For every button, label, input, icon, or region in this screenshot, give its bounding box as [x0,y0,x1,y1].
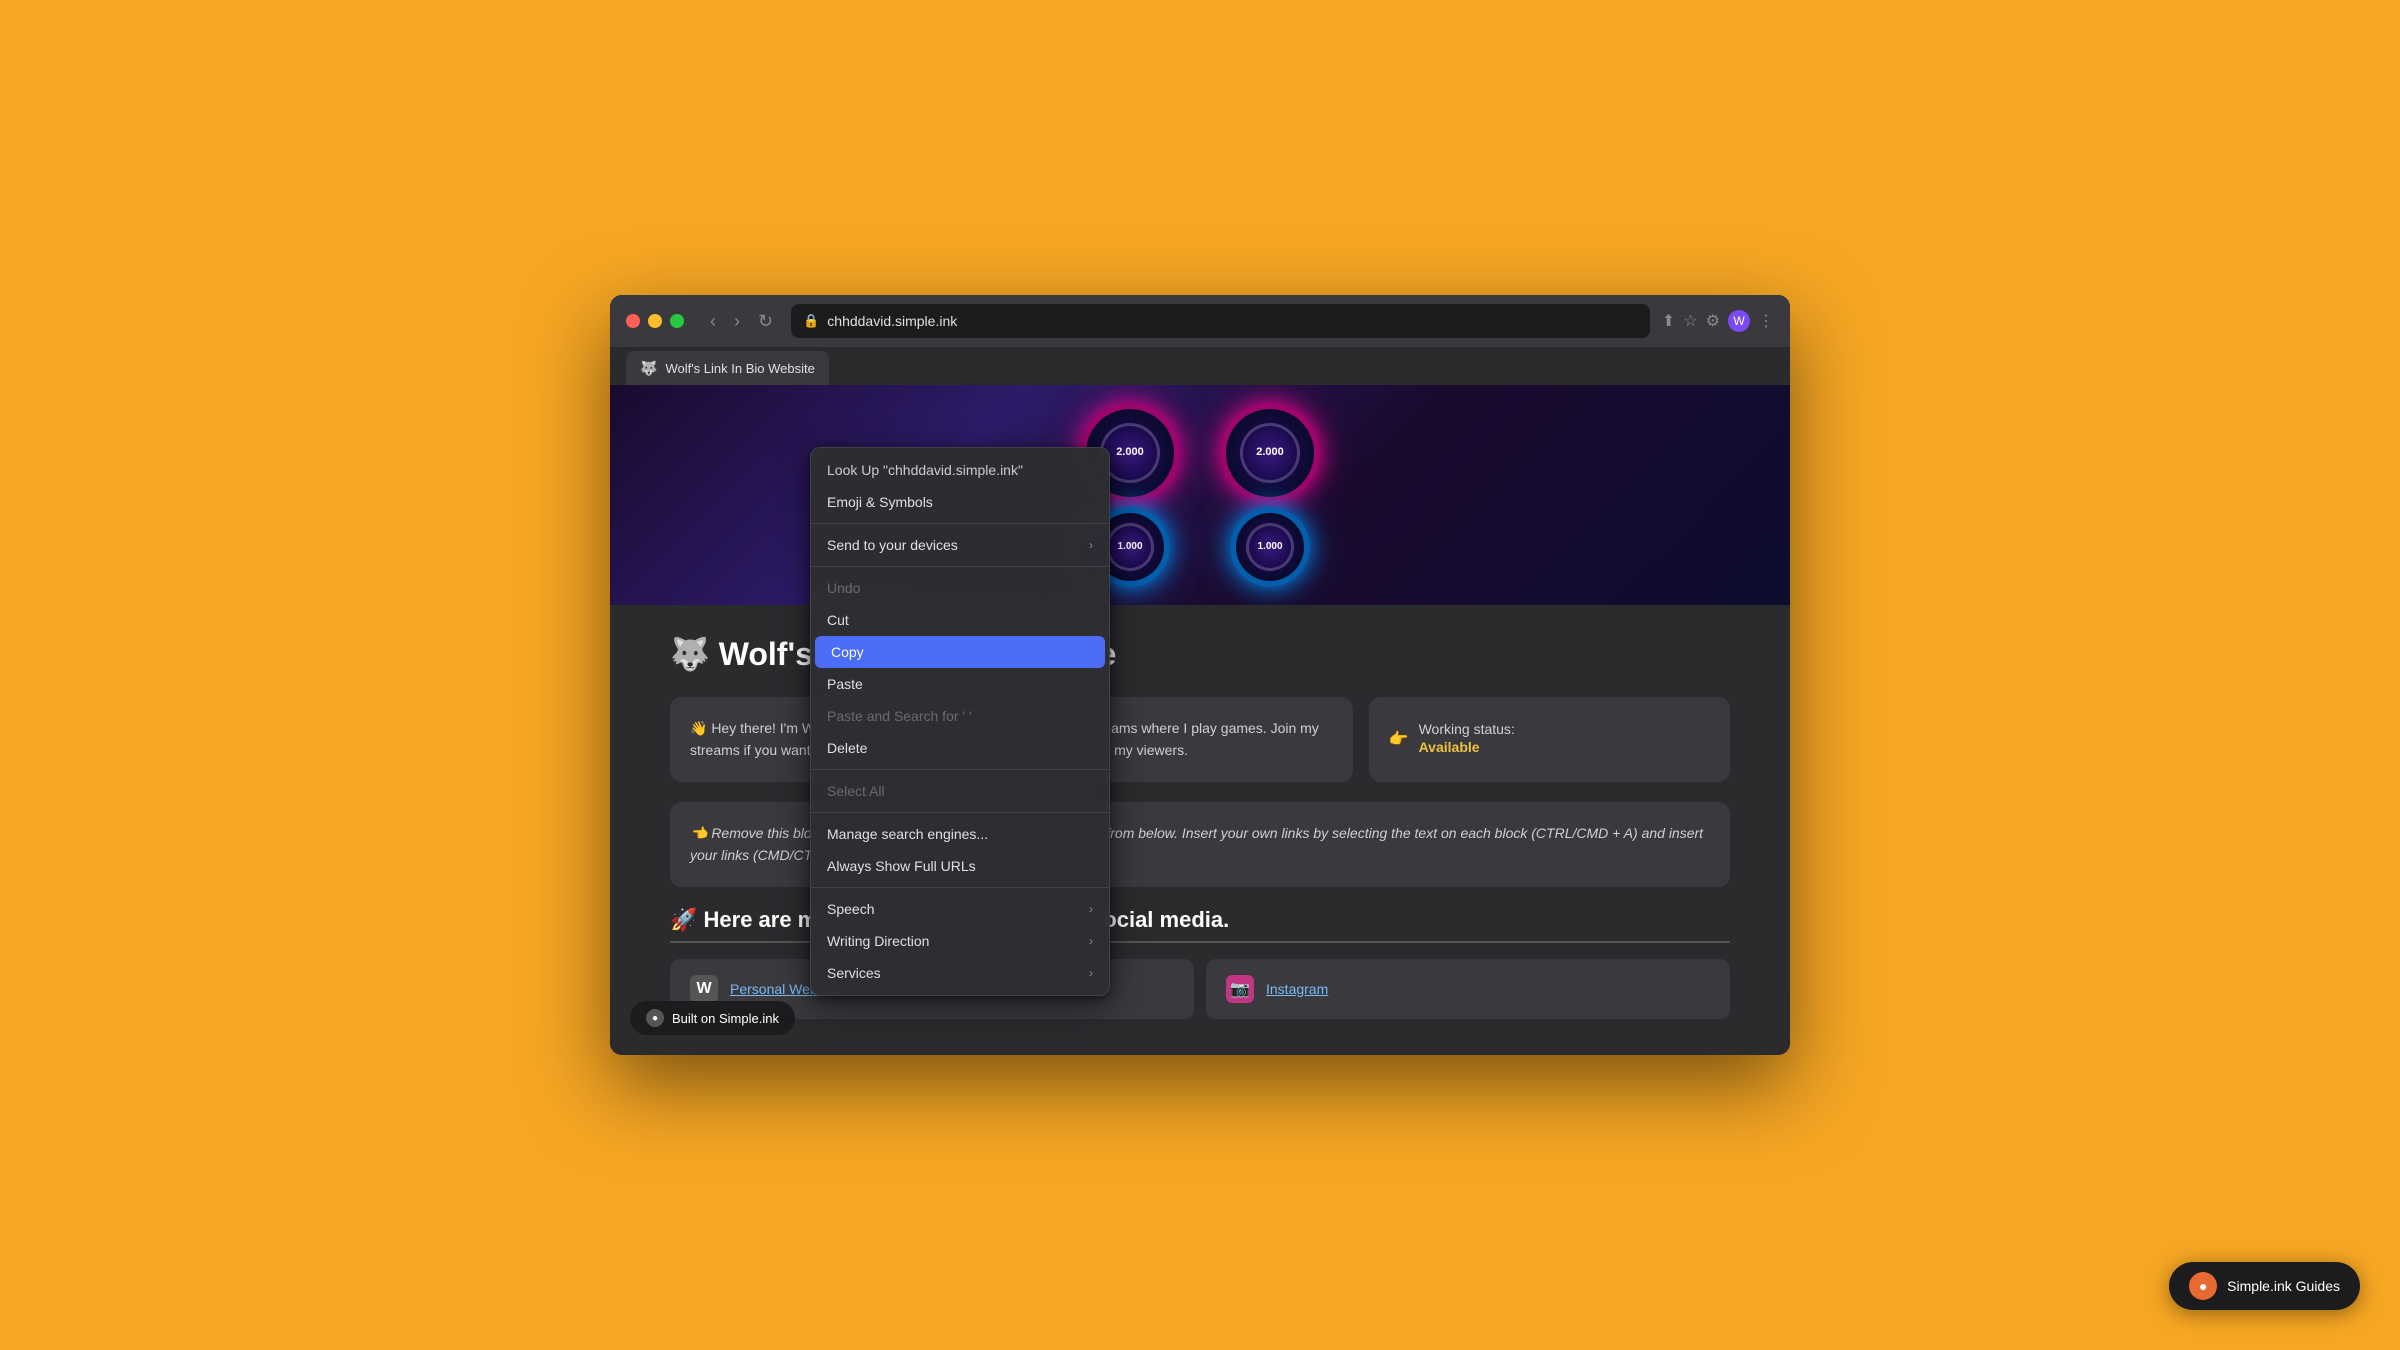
link-card-instagram[interactable]: 📷 Instagram [1206,959,1730,1019]
menu-item-copy[interactable]: Copy [815,636,1105,668]
active-tab[interactable]: 🐺 Wolf's Link In Bio Website [626,351,829,385]
cut-label: Cut [827,612,1093,628]
working-status-value: Available [1419,739,1480,755]
back-button[interactable]: ‹ [704,307,722,336]
page-body: 🐺 Wolf's Link In Bio Website 👋 Hey there… [610,605,1790,1055]
share-icon[interactable]: ⬆ [1662,311,1675,331]
speech-chevron: › [1089,902,1093,916]
undo-label: Undo [827,580,1093,596]
title-bar: ‹ › ↻ 🔒 chhddavid.simple.ink ⬆ ☆ ⚙ W ⋮ [610,295,1790,347]
hero-image: 2.000 1.000 2.000 [610,385,1790,605]
close-button[interactable] [626,314,640,328]
nav-buttons: ‹ › ↻ [704,307,779,336]
arcade-machines: 2.000 1.000 2.000 [1080,403,1320,587]
services-label: Services [827,965,1089,981]
browser-window: ‹ › ↻ 🔒 chhddavid.simple.ink ⬆ ☆ ⚙ W ⋮ 🐺… [610,295,1790,1055]
lock-icon: 🔒 [803,313,819,329]
separator-5 [811,887,1109,888]
copy-label: Copy [831,644,1089,660]
menu-item-services[interactable]: Services › [811,957,1109,989]
content-area: 2.000 1.000 2.000 [610,385,1790,1055]
url-text: chhddavid.simple.ink [827,313,957,329]
score-3: 2.000 [1256,446,1284,459]
context-menu: Look Up "chhddavid.simple.ink" Emoji & S… [810,447,1110,996]
forward-button[interactable]: › [728,307,746,336]
tab-bar: 🐺 Wolf's Link In Bio Website [610,347,1790,385]
reload-button[interactable]: ↻ [752,307,779,336]
built-on-label: Built on Simple.ink [672,1011,779,1026]
instagram-icon: 📷 [1226,975,1254,1003]
minimize-button[interactable] [648,314,662,328]
lookup-label: Look Up "chhddavid.simple.ink" [827,462,1093,478]
select-all-label: Select All [827,783,1093,799]
manage-search-label: Manage search engines... [827,826,1093,842]
status-card: 👉 Working status: Available [1369,697,1730,782]
arcade-disc-3: 2.000 [1220,403,1320,503]
menu-item-paste[interactable]: Paste [811,668,1109,700]
guides-icon: ● [2189,1272,2217,1300]
traffic-lights [626,314,684,328]
menu-item-speech[interactable]: Speech › [811,893,1109,925]
menu-item-emoji[interactable]: Emoji & Symbols [811,486,1109,518]
maximize-button[interactable] [670,314,684,328]
separator-2 [811,566,1109,567]
menu-item-send-devices[interactable]: Send to your devices › [811,529,1109,561]
menu-item-writing-direction[interactable]: Writing Direction › [811,925,1109,957]
paste-label: Paste [827,676,1093,692]
score-2: 1.000 [1117,541,1142,553]
guides-label: Simple.ink Guides [2227,1278,2340,1294]
tab-label: Wolf's Link In Bio Website [665,361,814,376]
menu-item-paste-search: Paste and Search for ' ' [811,700,1109,732]
menu-item-lookup[interactable]: Look Up "chhddavid.simple.ink" [811,454,1109,486]
toolbar-icons: ⬆ ☆ ⚙ W ⋮ [1662,310,1774,332]
built-on-badge[interactable]: ● Built on Simple.ink [630,1001,795,1035]
menu-icon[interactable]: ⋮ [1758,311,1774,331]
link-label-instagram: Instagram [1266,981,1328,997]
separator-4 [811,812,1109,813]
arcade-unit-2: 2.000 1.000 [1220,403,1320,587]
score-4: 1.000 [1257,541,1282,553]
website-icon: W [690,975,718,1003]
separator-3 [811,769,1109,770]
menu-item-manage-search[interactable]: Manage search engines... [811,818,1109,850]
working-status-label: Working status: [1419,721,1515,737]
tab-favicon: 🐺 [640,360,657,377]
score-1: 2.000 [1116,446,1144,459]
show-full-urls-label: Always Show Full URLs [827,858,1093,874]
paste-search-label: Paste and Search for ' ' [827,708,1093,724]
bookmark-icon[interactable]: ☆ [1683,311,1697,331]
send-devices-label: Send to your devices [827,537,1089,553]
menu-item-cut[interactable]: Cut [811,604,1109,636]
menu-item-show-full-urls[interactable]: Always Show Full URLs [811,850,1109,882]
speech-label: Speech [827,901,1089,917]
emoji-label: Emoji & Symbols [827,494,1093,510]
writing-direction-label: Writing Direction [827,933,1089,949]
services-chevron: › [1089,966,1093,980]
address-bar[interactable]: 🔒 chhddavid.simple.ink [791,304,1650,338]
delete-label: Delete [827,740,1093,756]
arcade-disc-4: 1.000 [1230,507,1310,587]
send-devices-chevron: › [1089,538,1093,552]
profile-icon[interactable]: W [1728,310,1750,332]
guides-badge[interactable]: ● Simple.ink Guides [2169,1262,2360,1310]
address-bar-container: 🔒 chhddavid.simple.ink [791,304,1650,338]
extensions-icon[interactable]: ⚙ [1706,311,1720,331]
writing-direction-chevron: › [1089,934,1093,948]
separator-1 [811,523,1109,524]
built-badge-icon: ● [646,1009,664,1027]
menu-item-delete[interactable]: Delete [811,732,1109,764]
menu-item-undo: Undo [811,572,1109,604]
menu-item-select-all: Select All [811,775,1109,807]
